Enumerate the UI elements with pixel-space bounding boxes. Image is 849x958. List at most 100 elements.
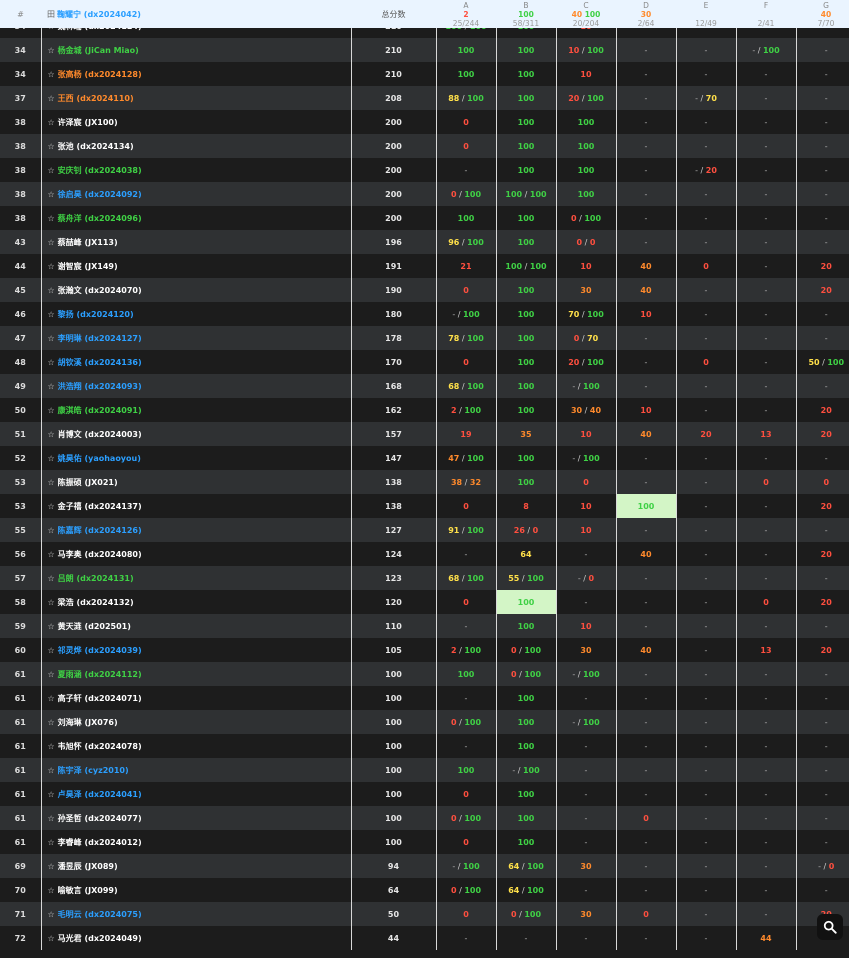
problem-score-cell[interactable]: - — [675, 662, 736, 686]
problem-score-cell[interactable]: - — [615, 926, 676, 950]
problem-score-cell[interactable]: 64 / 100 — [495, 878, 556, 902]
star-icon[interactable]: ☆ — [48, 166, 55, 175]
problem-score-cell[interactable]: - — [615, 86, 676, 110]
problem-score-cell[interactable]: - — [735, 878, 796, 902]
problem-score-cell[interactable]: - / 100 — [555, 446, 616, 470]
problem-score-cell[interactable]: - — [795, 134, 849, 158]
score-header[interactable]: 总分数 — [351, 0, 436, 28]
problem-score-cell[interactable]: 100 — [495, 806, 556, 830]
problem-score-cell[interactable]: 0 — [675, 350, 736, 374]
problem-score-cell[interactable]: 10 — [555, 494, 616, 518]
star-icon[interactable]: ☆ — [48, 142, 55, 151]
problem-score-cell[interactable]: - — [435, 926, 496, 950]
problem-score-cell[interactable]: 100 — [555, 158, 616, 182]
star-icon[interactable]: ☆ — [48, 382, 55, 391]
contestant-name[interactable]: 胡钦溪 (dx2024136) — [58, 358, 142, 367]
problem-score-cell[interactable]: 0 — [435, 278, 496, 302]
problem-score-cell[interactable]: - — [675, 110, 736, 134]
problem-score-cell[interactable]: - — [795, 686, 849, 710]
problem-score-cell[interactable]: 0 / 100 — [495, 662, 556, 686]
problem-score-cell[interactable]: - / 20 — [675, 158, 736, 182]
problem-score-cell[interactable]: - — [615, 470, 676, 494]
problem-score-cell[interactable]: - — [615, 38, 676, 62]
problem-score-cell[interactable]: 0 — [615, 806, 676, 830]
contestant-name[interactable]: 蔡舟洋 (dx2024096) — [58, 214, 142, 223]
problem-score-cell[interactable]: - — [735, 158, 796, 182]
star-icon[interactable]: ☆ — [48, 358, 55, 367]
problem-score-cell[interactable]: - — [795, 806, 849, 830]
contestant-name[interactable]: 吕朗 (dx2024131) — [58, 574, 134, 583]
problem-score-cell[interactable]: - — [735, 782, 796, 806]
problem-score-cell[interactable]: 100 — [495, 710, 556, 734]
problem-score-cell[interactable]: 0 / 100 — [435, 182, 496, 206]
problem-score-cell[interactable]: 20 — [795, 638, 849, 662]
problem-score-cell[interactable]: - — [735, 542, 796, 566]
problem-score-cell[interactable]: - — [735, 518, 796, 542]
problem-score-cell[interactable]: 20 / 100 — [555, 350, 616, 374]
problem-score-cell[interactable]: - — [435, 614, 496, 638]
problem-score-cell[interactable]: - — [795, 302, 849, 326]
problem-score-cell[interactable]: 0 / 70 — [555, 326, 616, 350]
problem-score-cell[interactable]: - — [675, 326, 736, 350]
problem-score-cell[interactable]: - — [435, 542, 496, 566]
problem-score-cell[interactable]: 21 — [435, 254, 496, 278]
problem-score-cell[interactable]: 100 — [435, 662, 496, 686]
problem-score-cell[interactable]: 100 — [495, 86, 556, 110]
problem-score-cell[interactable]: 26 / 0 — [495, 518, 556, 542]
problem-score-cell[interactable]: 0 — [435, 134, 496, 158]
problem-score-cell[interactable]: - — [675, 902, 736, 926]
problem-score-cell[interactable]: - — [615, 182, 676, 206]
problem-score-cell[interactable]: - — [675, 206, 736, 230]
problem-header-f[interactable]: F 2/41 — [736, 0, 796, 28]
problem-score-cell[interactable]: 10 — [555, 518, 616, 542]
problem-score-cell[interactable]: 0 — [615, 902, 676, 926]
problem-score-cell[interactable]: - — [675, 614, 736, 638]
star-icon[interactable]: ☆ — [48, 934, 55, 943]
problem-score-cell[interactable]: - — [675, 446, 736, 470]
problem-header-d[interactable]: D 30 2/64 — [616, 0, 676, 28]
problem-header-g[interactable]: G 40 7/70 — [796, 0, 849, 28]
problem-score-cell[interactable]: - — [795, 158, 849, 182]
problem-score-cell[interactable]: 10 — [555, 254, 616, 278]
contestant-name[interactable]: 毛明云 (dx2024075) — [58, 910, 142, 919]
problem-score-cell[interactable]: - — [615, 566, 676, 590]
star-icon[interactable]: ☆ — [48, 646, 55, 655]
problem-score-cell[interactable]: - — [795, 782, 849, 806]
problem-score-cell[interactable]: 44 — [735, 926, 796, 950]
problem-score-cell[interactable]: 40 — [615, 542, 676, 566]
problem-score-cell[interactable]: - — [795, 62, 849, 86]
problem-score-cell[interactable]: - — [735, 710, 796, 734]
problem-score-cell[interactable]: - — [675, 566, 736, 590]
contestant-name[interactable]: 卢昊泽 (dx2024041) — [58, 790, 142, 799]
problem-score-cell[interactable]: - — [615, 854, 676, 878]
star-icon[interactable]: ☆ — [48, 910, 55, 919]
problem-score-cell[interactable]: 100 — [435, 758, 496, 782]
problem-score-cell[interactable]: - / 100 — [555, 374, 616, 398]
problem-score-cell[interactable]: - — [735, 134, 796, 158]
problem-score-cell[interactable]: 100 — [495, 590, 556, 614]
problem-score-cell[interactable]: 20 — [795, 590, 849, 614]
problem-score-cell[interactable]: 0 — [735, 470, 796, 494]
problem-score-cell[interactable]: - — [615, 686, 676, 710]
problem-score-cell[interactable]: - — [735, 614, 796, 638]
contestant-name[interactable]: 黄天涟 (d202501) — [58, 622, 131, 631]
contestant-name[interactable]: 徐启昊 (dx2024092) — [58, 190, 142, 199]
problem-score-cell[interactable]: 100 — [495, 158, 556, 182]
problem-score-cell[interactable]: - — [435, 158, 496, 182]
problem-score-cell[interactable]: 30 — [555, 278, 616, 302]
problem-score-cell[interactable]: - — [615, 446, 676, 470]
contestant-name[interactable]: 梁浩 (dx2024132) — [58, 598, 134, 607]
problem-score-cell[interactable]: - — [795, 446, 849, 470]
problem-score-cell[interactable]: - — [675, 686, 736, 710]
problem-score-cell[interactable]: - — [735, 758, 796, 782]
problem-score-cell[interactable]: - — [615, 158, 676, 182]
problem-score-cell[interactable]: 100 — [495, 686, 556, 710]
problem-score-cell[interactable]: 20 — [795, 542, 849, 566]
problem-score-cell[interactable]: - — [735, 446, 796, 470]
problem-score-cell[interactable]: - — [735, 350, 796, 374]
problem-score-cell[interactable]: - — [615, 614, 676, 638]
problem-score-cell[interactable]: 88 / 100 — [435, 86, 496, 110]
problem-score-cell[interactable]: 0 — [435, 902, 496, 926]
problem-score-cell[interactable]: - — [615, 518, 676, 542]
contestant-name[interactable]: 蔡喆峰 (JX113) — [58, 238, 118, 247]
